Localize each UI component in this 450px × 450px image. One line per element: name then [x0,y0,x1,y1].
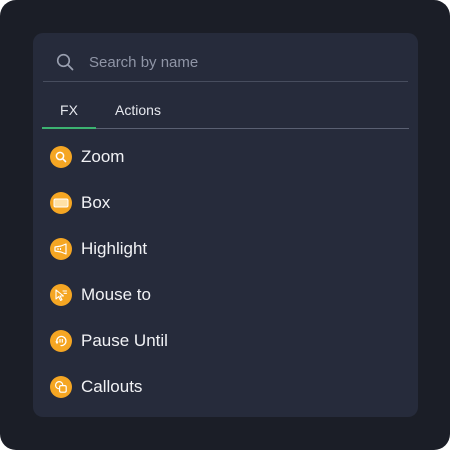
highlight-icon [50,238,72,260]
item-label: Highlight [81,239,148,258]
item-label: Zoom [81,147,125,166]
list-item-box[interactable]: Box [33,180,418,226]
tab-actions[interactable]: Actions [106,93,170,127]
tab-bar: FX Actions [42,93,409,129]
zoom-icon [50,146,72,168]
search-icon [55,52,75,72]
list-item-highlight[interactable]: Highlight [33,226,418,272]
callouts-icon [50,376,72,398]
app-frame: FX Actions Zoom [0,0,450,450]
effects-panel: FX Actions Zoom [33,33,418,417]
search-bar [43,43,408,82]
box-icon [50,192,72,214]
list-item-zoom[interactable]: Zoom [33,134,418,180]
list-item-callouts[interactable]: Callouts [33,364,418,410]
item-label: Callouts [81,377,143,396]
active-tab-indicator [42,127,96,129]
list-item-pause-until[interactable]: Pause Until [33,318,418,364]
list-item-mouse-to[interactable]: Mouse to [33,272,418,318]
mouse-to-icon [50,284,72,306]
pause-until-icon [50,330,72,352]
tab-fx[interactable]: FX [42,93,96,127]
effects-list: Zoom Box Highlight Mouse to Pause Until … [33,134,418,410]
item-label: Pause Until [81,331,168,350]
tab-actions-label: Actions [115,102,161,118]
item-label: Mouse to [81,285,151,304]
tab-fx-label: FX [60,102,78,118]
item-label: Box [81,193,111,212]
search-input[interactable] [89,53,389,71]
